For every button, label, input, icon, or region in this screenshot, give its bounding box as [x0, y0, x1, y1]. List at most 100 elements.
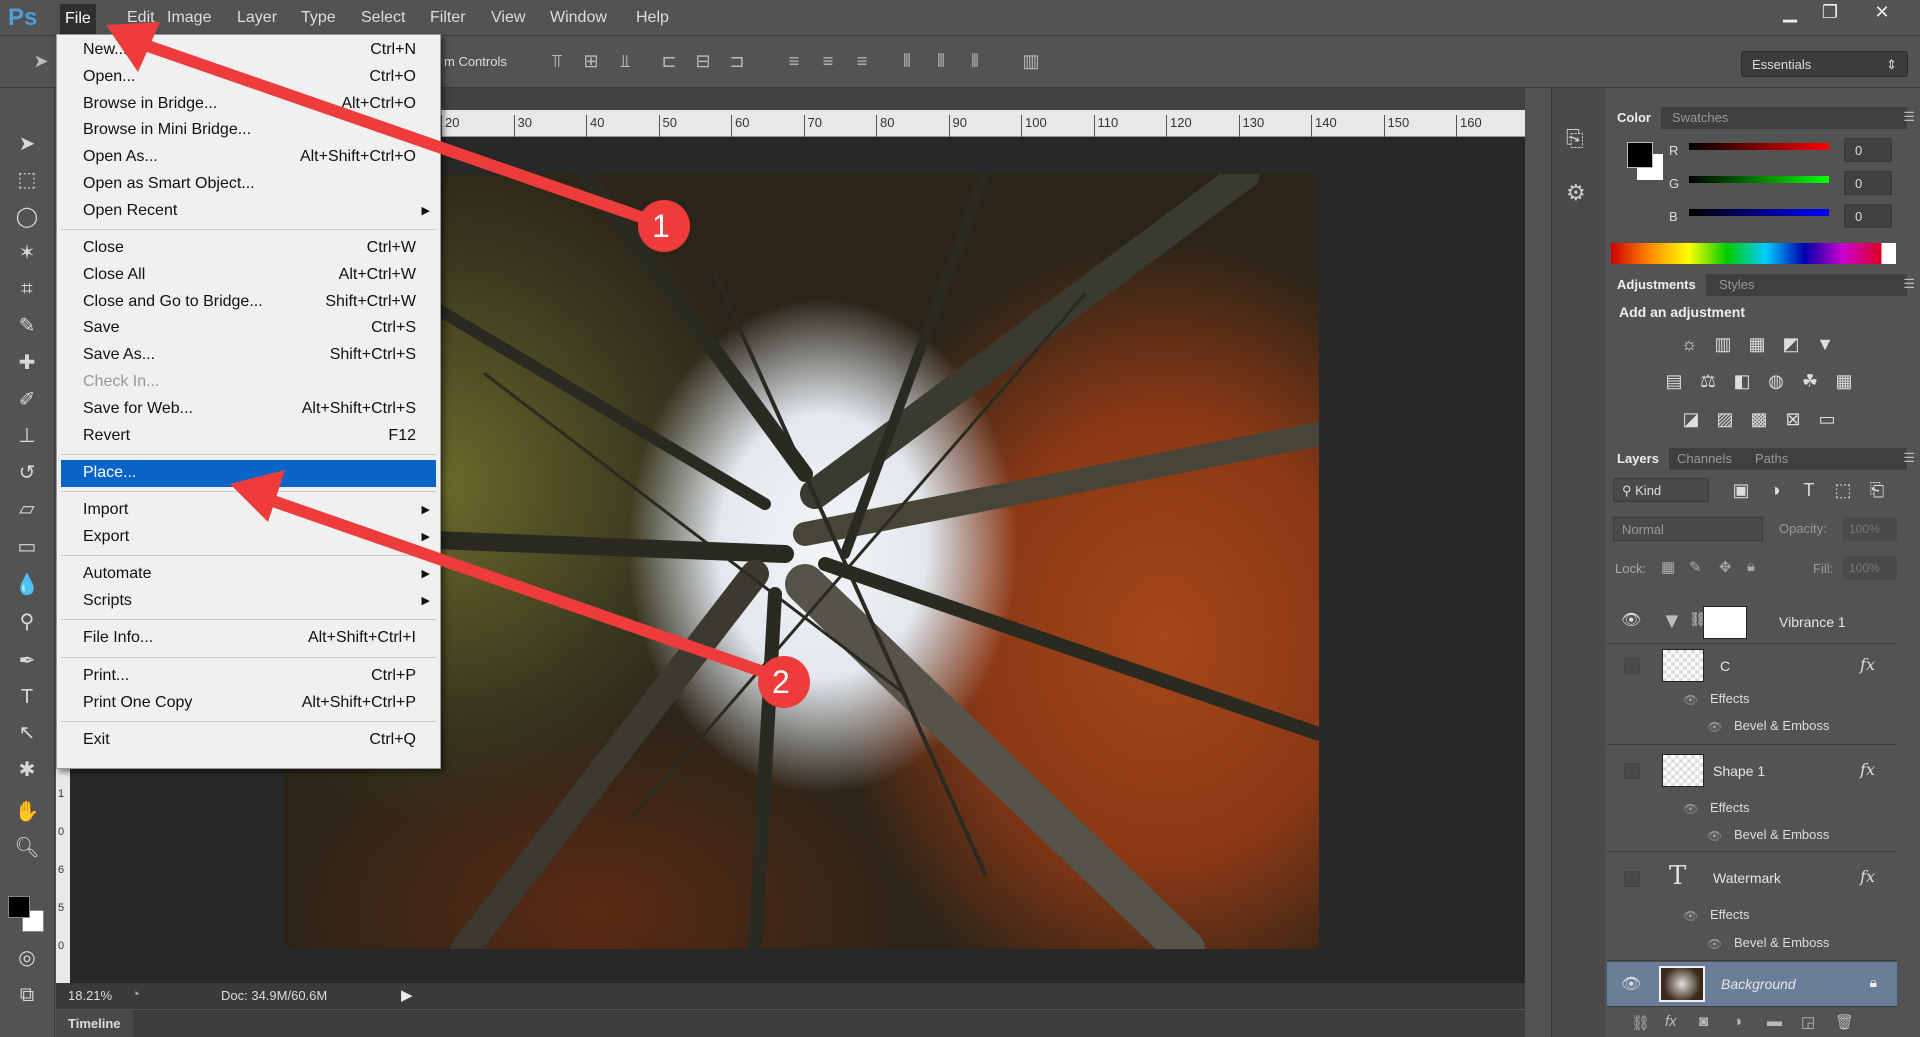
- effect-label[interactable]: Bevel & Emboss: [1734, 827, 1829, 842]
- add-style-icon[interactable]: fx: [1665, 1013, 1677, 1030]
- pen-tool-icon[interactable]: ✒: [12, 646, 42, 676]
- menu-item-open[interactable]: Open... Ctrl+O: [57, 64, 440, 91]
- menu-item-open-as-smart-object[interactable]: Open as Smart Object...: [57, 171, 440, 198]
- menu-item-file-info[interactable]: File Info... Alt+Shift+Ctrl+I: [57, 625, 440, 652]
- filter-adjustment-icon[interactable]: ◑: [1763, 479, 1787, 501]
- lasso-tool-icon[interactable]: ◯: [12, 202, 42, 232]
- menu-filter[interactable]: Filter: [425, 9, 471, 27]
- effects-eye-icon[interactable]: 👁︎: [1683, 909, 1698, 923]
- tab-paths[interactable]: Paths: [1745, 448, 1798, 470]
- filter-type-icon[interactable]: T: [1797, 479, 1821, 501]
- menu-item-open-recent[interactable]: Open Recent ▶: [57, 198, 440, 225]
- menu-image[interactable]: Image: [162, 9, 216, 27]
- eyedropper-icon[interactable]: ✎: [12, 311, 42, 341]
- menu-edit[interactable]: Edit: [122, 9, 160, 27]
- distribute-bottom-icon[interactable]: ≡: [851, 51, 873, 73]
- green-slider[interactable]: [1689, 176, 1829, 183]
- crop-tool-icon[interactable]: ⌗: [12, 274, 42, 304]
- threshold-icon[interactable]: ▩: [1747, 408, 1771, 430]
- menu-type[interactable]: Type: [296, 9, 341, 27]
- effect-eye-icon[interactable]: 👁︎: [1707, 937, 1722, 951]
- fx-icon[interactable]: fx: [1860, 760, 1875, 779]
- filter-pixel-icon[interactable]: ▣: [1729, 479, 1753, 501]
- layer-name[interactable]: Shape 1: [1713, 763, 1765, 779]
- align-right-icon[interactable]: ⊐: [726, 51, 748, 73]
- lock-image-icon[interactable]: ✎: [1689, 558, 1702, 576]
- menu-item-save[interactable]: Save Ctrl+S: [57, 315, 440, 342]
- workspace-dropdown[interactable]: Essentials ⇕: [1741, 51, 1908, 77]
- path-selection-icon[interactable]: ↖: [12, 718, 42, 748]
- posterize-icon[interactable]: ▨: [1713, 408, 1737, 430]
- layer-row-vibrance[interactable]: 👁︎ ▼ ⛓ Vibrance 1: [1607, 600, 1897, 644]
- lock-transparent-icon[interactable]: ▦: [1661, 558, 1675, 576]
- layer-row-shape-1[interactable]: Shape 1 fx 👁︎ Effects 👁︎ Bevel & Emboss: [1607, 746, 1897, 852]
- menu-item-place[interactable]: Place...: [61, 459, 436, 487]
- fill-field[interactable]: 100%: [1843, 556, 1897, 580]
- distribute-hcenter-icon[interactable]: ⦀: [930, 51, 952, 73]
- screen-mode-icon[interactable]: ⧉: [12, 980, 42, 1010]
- align-vcenter-icon[interactable]: ⊞: [580, 51, 602, 73]
- red-slider[interactable]: [1689, 143, 1829, 150]
- menu-item-new[interactable]: New... Ctrl+N: [57, 37, 440, 64]
- brightness-icon[interactable]: ☼: [1677, 333, 1701, 355]
- effect-eye-icon[interactable]: 👁︎: [1707, 720, 1722, 734]
- red-value[interactable]: 0: [1844, 138, 1892, 162]
- type-tool-icon[interactable]: T: [12, 682, 42, 712]
- lock-position-icon[interactable]: ✥: [1719, 558, 1732, 576]
- foreground-color-swatch[interactable]: [8, 896, 30, 918]
- delete-layer-icon[interactable]: 🗑︎: [1835, 1013, 1854, 1031]
- show-transform-controls-label[interactable]: m Controls: [444, 54, 507, 69]
- vibrance-icon[interactable]: ▼: [1813, 333, 1837, 355]
- layer-mask-thumbnail[interactable]: [1703, 606, 1747, 639]
- menu-layer[interactable]: Layer: [232, 9, 282, 27]
- menu-item-save-for-web[interactable]: Save for Web... Alt+Shift+Ctrl+S: [57, 396, 440, 423]
- blue-value[interactable]: 0: [1844, 204, 1892, 228]
- color-foreground[interactable]: [1627, 142, 1653, 168]
- effects-eye-icon[interactable]: 👁︎: [1683, 693, 1698, 707]
- new-adjustment-icon[interactable]: ◑: [1733, 1013, 1742, 1030]
- add-mask-icon[interactable]: ◙: [1699, 1013, 1708, 1030]
- selective-color-icon[interactable]: ⊠: [1781, 408, 1805, 430]
- brush-tool-icon[interactable]: ✐: [12, 385, 42, 415]
- status-info-icon[interactable]: ◔: [131, 986, 140, 1003]
- visibility-eye-icon[interactable]: 👁︎: [1621, 974, 1641, 994]
- photo-filter-icon[interactable]: ◍: [1764, 370, 1788, 392]
- panel-menu-icon[interactable]: ☰: [1903, 276, 1915, 292]
- channel-mixer-icon[interactable]: ☘: [1798, 370, 1822, 392]
- lock-all-icon[interactable]: 🔒︎: [1747, 558, 1755, 575]
- blur-tool-icon[interactable]: 💧: [12, 570, 42, 600]
- menu-item-automate[interactable]: Automate ▶: [57, 561, 440, 588]
- close-button[interactable]: ✕: [1867, 2, 1897, 23]
- menu-item-export[interactable]: Export ▶: [57, 524, 440, 551]
- effect-label[interactable]: Bevel & Emboss: [1734, 935, 1829, 950]
- zoom-tool-icon[interactable]: 🔍︎: [12, 833, 42, 863]
- align-hcenter-icon[interactable]: ⊟: [692, 51, 714, 73]
- visibility-toggle[interactable]: [1624, 763, 1640, 779]
- stamp-tool-icon[interactable]: ⊥: [12, 421, 42, 451]
- menu-item-revert[interactable]: Revert F12: [57, 423, 440, 450]
- healing-brush-icon[interactable]: ✚: [12, 348, 42, 378]
- effect-eye-icon[interactable]: 👁︎: [1707, 829, 1722, 843]
- gradient-map-icon[interactable]: ▭: [1815, 408, 1839, 430]
- menu-item-close[interactable]: Close Ctrl+W: [57, 235, 440, 262]
- tab-color[interactable]: Color: [1607, 107, 1661, 129]
- filter-smart-object-icon[interactable]: ⎗: [1865, 479, 1889, 501]
- tab-styles[interactable]: Styles: [1709, 274, 1764, 296]
- fx-icon[interactable]: fx: [1860, 867, 1875, 886]
- color-balance-icon[interactable]: ⚖: [1696, 370, 1720, 392]
- tab-swatches[interactable]: Swatches: [1662, 107, 1738, 129]
- menu-item-check-in[interactable]: Check In...: [57, 369, 440, 396]
- exposure-icon[interactable]: ◩: [1779, 333, 1803, 355]
- blend-mode-dropdown[interactable]: Normal: [1613, 517, 1763, 541]
- history-brush-icon[interactable]: ↺: [12, 458, 42, 488]
- layer-name[interactable]: Vibrance 1: [1779, 614, 1846, 630]
- menu-file[interactable]: File: [60, 4, 96, 34]
- eraser-icon[interactable]: ▱: [12, 494, 42, 524]
- menu-item-open-as[interactable]: Open As... Alt+Shift+Ctrl+O: [57, 144, 440, 171]
- menu-item-exit[interactable]: Exit Ctrl+Q: [57, 727, 440, 754]
- menu-item-browse-in-mini-bridge[interactable]: Browse in Mini Bridge...: [57, 117, 440, 144]
- quick-mask-icon[interactable]: ◎: [12, 943, 42, 973]
- align-top-icon[interactable]: ⫪: [546, 51, 568, 73]
- menu-help[interactable]: Help: [631, 9, 674, 27]
- menu-item-browse-in-bridge[interactable]: Browse in Bridge... Alt+Ctrl+O: [57, 91, 440, 118]
